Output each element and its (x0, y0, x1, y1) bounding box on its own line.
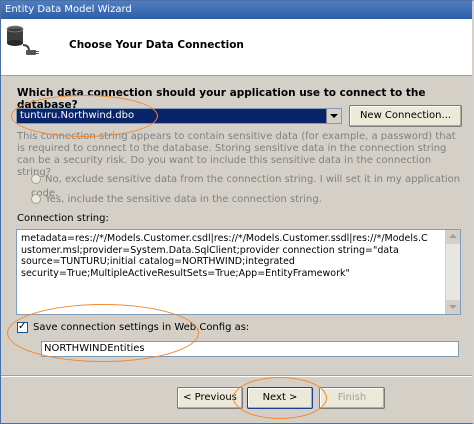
radio-include-label: Yes, include the sensitive data in the c… (45, 194, 322, 205)
radio-button[interactable] (31, 194, 41, 204)
scroll-up-icon[interactable] (446, 230, 460, 244)
radio-include-sensitive[interactable]: Yes, include the sensitive data in the c… (31, 193, 322, 207)
connection-string-textbox[interactable]: metadata=res://*/Models.Customer.csdl|re… (16, 229, 461, 315)
save-settings-row[interactable]: Save connection settings in Web.Config a… (17, 320, 250, 335)
radio-exclude-sensitive[interactable]: No, exclude sensitive data from the conn… (31, 173, 472, 199)
previous-button[interactable]: < Previous (177, 387, 243, 409)
wizard-window: Entity Data Model Wizard Choose Your Dat… (0, 0, 474, 424)
save-settings-label: Save connection settings in Web.Config a… (33, 322, 250, 333)
data-connection-selected: tunturu.Northwind.dbo (20, 110, 135, 121)
wizard-header: Choose Your Data Connection (1, 19, 472, 76)
footer-divider (1, 375, 472, 377)
chevron-down-icon[interactable] (326, 109, 341, 123)
data-connection-dropdown[interactable]: tunturu.Northwind.dbo (16, 108, 342, 124)
radio-button[interactable] (31, 174, 41, 184)
new-connection-button[interactable]: New Connection... (349, 105, 462, 127)
vertical-scrollbar[interactable] (445, 230, 460, 314)
connection-string-label: Connection string: (17, 213, 109, 224)
scroll-down-icon[interactable] (446, 300, 460, 314)
page-title: Choose Your Data Connection (69, 39, 244, 51)
finish-button[interactable]: Finish (319, 387, 385, 409)
title-bar: Entity Data Model Wizard (1, 1, 472, 19)
connection-string-value: metadata=res://*/Models.Customer.csdl|re… (21, 233, 428, 279)
database-plug-icon (6, 25, 39, 55)
sensitive-data-warning: This connection string appears to contai… (17, 131, 456, 178)
entity-name-input[interactable]: NORTHWINDEntities (41, 341, 459, 357)
next-button[interactable]: Next > (247, 387, 313, 409)
save-settings-checkbox[interactable] (17, 320, 28, 334)
